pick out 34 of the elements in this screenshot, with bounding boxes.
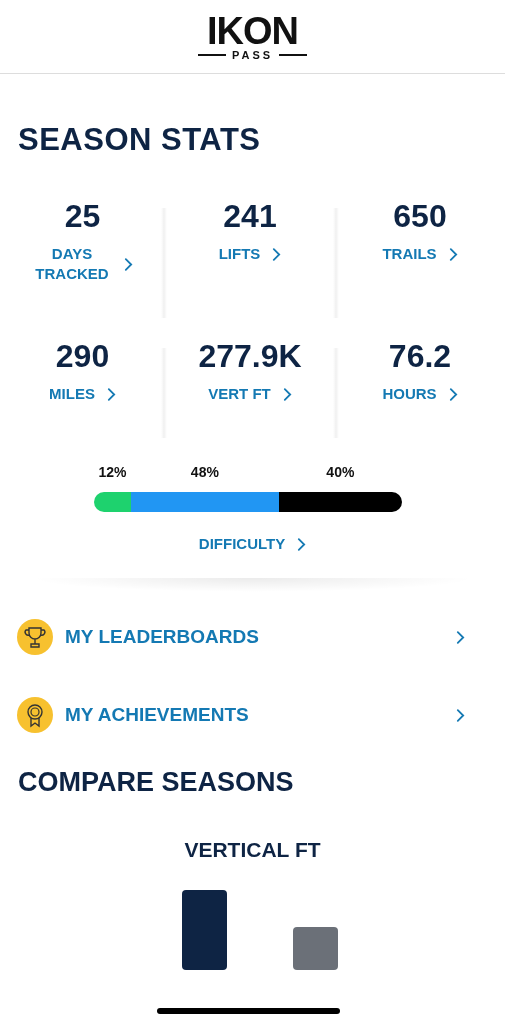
logo-wordmark: IKON <box>207 12 298 49</box>
stat-link[interactable]: DAYS TRACKED <box>32 244 133 284</box>
stat-link[interactable]: LIFTS <box>218 244 282 264</box>
difficulty-link[interactable]: DIFFICULTY <box>198 534 307 554</box>
chart-title: VERTICAL FT <box>183 838 322 862</box>
menu-link[interactable]: MY ACHIEVEMENTS <box>0 676 505 754</box>
stat-value: 277.9K <box>198 338 302 374</box>
stat-value: 25 <box>64 198 101 234</box>
difficulty-percent: 12% <box>98 464 127 480</box>
chevron-icon <box>106 386 116 402</box>
chevron-icon <box>448 386 458 402</box>
stat-value: 650 <box>393 198 447 234</box>
chevron-icon <box>124 256 133 272</box>
stat-value: 76.2 <box>388 338 452 374</box>
menu-link[interactable]: MY LEADERBOARDS <box>0 598 505 676</box>
chevron-icon <box>448 246 458 262</box>
trophy-icon <box>17 619 53 655</box>
stat-link[interactable]: MILES <box>49 384 116 404</box>
chevron-icon <box>456 707 465 723</box>
award-ribbon-icon <box>17 697 53 733</box>
difficulty-percent: 48% <box>190 464 219 480</box>
stat-value: 241 <box>223 198 277 234</box>
chevron-icon <box>297 536 307 552</box>
stat-link[interactable]: VERT FT <box>208 384 292 404</box>
section-title: COMPARE SEASONS <box>17 766 295 798</box>
section-title: SEASON STATS <box>17 121 262 158</box>
stat-value: 290 <box>55 338 110 374</box>
chevron-icon <box>456 629 465 645</box>
chevron-icon <box>272 246 282 262</box>
chevron-icon <box>282 386 292 402</box>
logo-subtitle: PASS <box>231 48 274 61</box>
stat-link[interactable]: TRAILS <box>382 244 458 264</box>
difficulty-percent: 40% <box>326 464 355 480</box>
stat-link[interactable]: HOURS <box>382 384 458 404</box>
